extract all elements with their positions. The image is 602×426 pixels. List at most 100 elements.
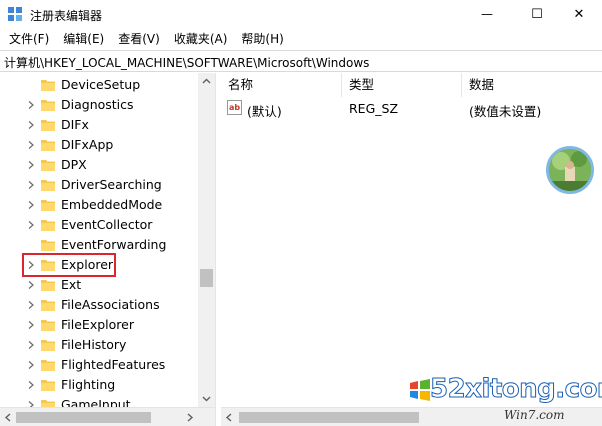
tree-item[interactable]: FileExplorer — [0, 315, 198, 335]
tree-hscroll-thumb[interactable] — [16, 412, 151, 423]
scroll-left-icon[interactable] — [225, 413, 233, 422]
tree-item-label: DriverSearching — [61, 177, 162, 192]
value-row[interactable]: ab (默认) REG_SZ (数值未设置) — [221, 99, 602, 119]
tree-item-label: FileAssociations — [61, 297, 160, 312]
tree-item[interactable]: FileHistory — [0, 335, 198, 355]
tree-item[interactable]: Explorer — [0, 253, 198, 277]
tree-item[interactable]: DIFx — [0, 115, 198, 135]
scroll-left-icon[interactable] — [4, 413, 12, 422]
close-button[interactable]: ✕ — [556, 0, 602, 28]
watermark-text: 52xitong.com — [430, 374, 602, 405]
menu-file[interactable]: 文件(F) — [2, 28, 56, 50]
tree-item-label: EventForwarding — [61, 237, 167, 252]
title-bar: 注册表编辑器 — ☐ ✕ — [0, 0, 602, 28]
tree-horizontal-scrollbar[interactable] — [0, 407, 215, 426]
tree-item[interactable]: Ext — [0, 275, 198, 295]
chevron-right-icon[interactable] — [26, 320, 36, 330]
tree-item-label: FileExplorer — [61, 317, 134, 332]
chevron-right-icon[interactable] — [26, 340, 36, 350]
tree-item[interactable]: DriverSearching — [0, 175, 198, 195]
windows-logo-icon — [410, 379, 430, 401]
menu-favorites[interactable]: 收藏夹(A) — [167, 28, 235, 50]
menu-help[interactable]: 帮助(H) — [234, 28, 290, 50]
folder-icon — [41, 260, 55, 271]
folder-icon — [41, 180, 55, 191]
chevron-right-icon[interactable] — [26, 300, 36, 310]
folder-icon — [41, 340, 55, 351]
tree-item-label: Explorer — [61, 257, 114, 272]
tree-item[interactable]: EventForwarding — [0, 235, 198, 255]
scroll-down-icon[interactable] — [202, 394, 211, 403]
chevron-right-icon[interactable] — [26, 200, 36, 210]
tree-item-label: DPX — [61, 157, 87, 172]
values-hscroll-thumb[interactable] — [239, 412, 419, 423]
tree-item-label: Diagnostics — [61, 97, 134, 112]
tree-item[interactable]: DeviceSetup — [0, 75, 198, 95]
folder-icon — [41, 320, 55, 331]
address-bar[interactable]: 计算机\HKEY_LOCAL_MACHINE\SOFTWARE\Microsof… — [0, 50, 602, 72]
watermark: 52xitong.com Win7.com — [408, 374, 602, 426]
folder-icon — [41, 300, 55, 311]
folder-icon — [41, 100, 55, 111]
chevron-right-icon[interactable] — [26, 360, 36, 370]
tree-item-label: Ext — [61, 277, 82, 292]
tree-item[interactable]: DIFxApp — [0, 135, 198, 155]
folder-icon — [41, 160, 55, 171]
folder-icon — [41, 220, 55, 231]
scroll-right-icon[interactable] — [186, 413, 194, 422]
menu-view[interactable]: 查看(V) — [111, 28, 167, 50]
folder-icon — [41, 360, 55, 371]
registry-tree: DeviceSetup Diagnostics DIFx DIFxApp DPX Driv… — [0, 73, 215, 426]
maximize-icon: ☐ — [531, 6, 543, 22]
string-value-icon: ab — [227, 100, 242, 115]
folder-icon — [41, 80, 55, 91]
folder-icon — [41, 200, 55, 211]
tree-item[interactable]: Flighting — [0, 375, 198, 395]
avatar-photo-icon — [549, 149, 591, 191]
tree-item[interactable]: EventCollector — [0, 215, 198, 235]
value-type: REG_SZ — [349, 101, 399, 116]
value-data: (数值未设置) — [469, 104, 542, 119]
tree-item-label: DeviceSetup — [61, 77, 141, 92]
values-list: 名称 类型 数据 ab (默认) REG_SZ (数值未设置) — [221, 73, 602, 407]
tree-item[interactable]: DPX — [0, 155, 198, 175]
tree-item-label: Flighting — [61, 377, 116, 392]
folder-icon — [41, 120, 55, 131]
chevron-right-icon[interactable] — [26, 220, 36, 230]
tree-item-label: EmbeddedMode — [61, 197, 163, 212]
chevron-right-icon[interactable] — [26, 380, 36, 390]
close-icon: ✕ — [573, 6, 585, 22]
scroll-up-icon[interactable] — [202, 77, 211, 86]
tree-item[interactable]: EmbeddedMode — [0, 195, 198, 215]
window-title: 注册表编辑器 — [30, 9, 103, 23]
menu-bar: 文件(F) 编辑(E) 查看(V) 收藏夹(A) 帮助(H) — [0, 28, 602, 50]
tree-item[interactable]: Diagnostics — [0, 95, 198, 115]
chevron-right-icon[interactable] — [26, 120, 36, 130]
watermark-subtext: Win7.com — [504, 408, 565, 422]
menu-edit[interactable]: 编辑(E) — [56, 28, 111, 50]
chevron-right-icon[interactable] — [26, 100, 36, 110]
chevron-right-icon[interactable] — [26, 260, 36, 270]
tree-item[interactable]: FlightedFeatures — [0, 355, 198, 375]
tree-vertical-scrollbar[interactable] — [198, 73, 215, 407]
value-name: (默认) — [247, 104, 282, 119]
tree-item-label: DIFx — [61, 117, 89, 132]
folder-icon — [41, 280, 55, 291]
chevron-right-icon[interactable] — [26, 140, 36, 150]
tree-item-label: DIFxApp — [61, 137, 114, 152]
chevron-right-icon[interactable] — [26, 280, 36, 290]
column-data-header[interactable]: 数据 — [462, 73, 602, 97]
maximize-button[interactable]: ☐ — [514, 0, 560, 28]
minimize-button[interactable]: — — [464, 0, 510, 28]
folder-icon — [41, 240, 55, 251]
folder-icon — [41, 140, 55, 151]
chevron-right-icon[interactable] — [26, 160, 36, 170]
chevron-right-icon[interactable] — [26, 180, 36, 190]
tree-item[interactable]: FileAssociations — [0, 295, 198, 315]
tree-scroll-thumb[interactable] — [200, 269, 213, 287]
floating-avatar[interactable] — [546, 146, 594, 194]
folder-icon — [41, 380, 55, 391]
column-name-header[interactable]: 名称 — [221, 73, 342, 97]
column-type-header[interactable]: 类型 — [342, 73, 462, 97]
address-path: 计算机\HKEY_LOCAL_MACHINE\SOFTWARE\Microsof… — [4, 56, 370, 70]
